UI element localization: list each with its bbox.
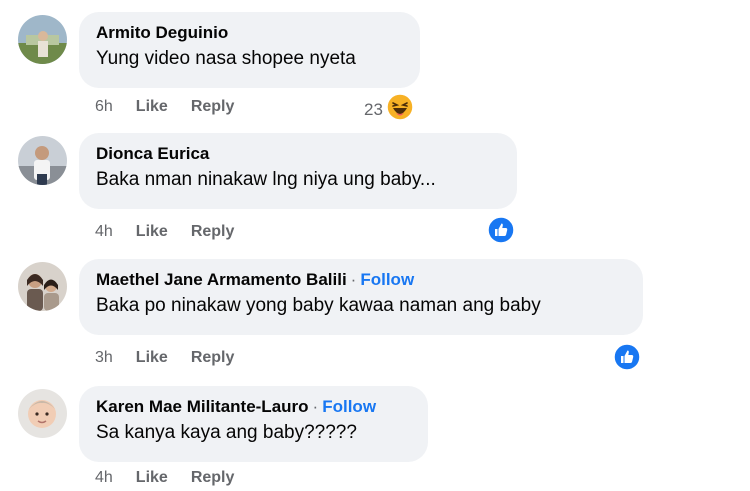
like-button[interactable]: Like (136, 223, 168, 240)
follow-button[interactable]: Follow (322, 397, 376, 416)
reaction-summary[interactable]: 23 (364, 93, 414, 126)
avatar[interactable] (18, 262, 67, 311)
comment-actions: 3h Like Reply (95, 348, 234, 368)
comment-text: Sa kanya kaya ang baby????? (96, 422, 357, 443)
comment-text: Baka po ninakaw yong baby kawaa naman an… (96, 295, 541, 316)
avatar[interactable] (18, 136, 67, 185)
like-reaction-icon (487, 216, 515, 249)
commenter-name[interactable]: Armito Deguinio (96, 23, 228, 42)
haha-emoji-icon (386, 93, 414, 126)
like-button[interactable]: Like (136, 349, 168, 366)
comment-bubble: Dionca Eurica Baka nman ninakaw lng niya… (79, 133, 517, 209)
commenter-name-row: Maethel Jane Armamento Balili · Follow (96, 269, 627, 291)
reply-button[interactable]: Reply (191, 469, 235, 486)
commenter-name-row: Armito Deguinio (96, 22, 404, 44)
comment-timestamp[interactable]: 4h (95, 469, 113, 486)
like-button[interactable]: Like (136, 98, 168, 115)
separator-dot: · (350, 270, 357, 289)
comment-bubble: Karen Mae Militante-Lauro · Follow Sa kany… (79, 386, 428, 462)
comment-actions: 6h Like Reply (95, 97, 234, 117)
separator-dot: · (312, 397, 319, 416)
commenter-name[interactable]: Dionca Eurica (96, 144, 209, 163)
commenter-name-row: Karen Mae Militante-Lauro · Follow (96, 396, 412, 418)
commenter-name[interactable]: Karen Mae Militante-Lauro (96, 397, 309, 416)
reply-button[interactable]: Reply (191, 349, 235, 366)
comment-timestamp[interactable]: 4h (95, 223, 113, 240)
commenter-name[interactable]: Maethel Jane Armamento Balili (96, 270, 347, 289)
avatar[interactable] (18, 15, 67, 64)
comment-actions: 4h Like Reply (95, 222, 234, 242)
reply-button[interactable]: Reply (191, 223, 235, 240)
like-reaction-icon (613, 343, 641, 376)
commenter-name-row: Dionca Eurica (96, 143, 501, 165)
like-button[interactable]: Like (136, 469, 168, 486)
reaction-summary[interactable] (613, 343, 641, 376)
avatar[interactable] (18, 389, 67, 438)
comment-bubble: Maethel Jane Armamento Balili · Follow Bak… (79, 259, 643, 335)
comment-bubble: Armito Deguinio Yung video nasa shopee n… (79, 12, 420, 88)
reply-button[interactable]: Reply (191, 98, 235, 115)
comment-timestamp[interactable]: 3h (95, 349, 113, 366)
reaction-summary[interactable] (487, 216, 515, 249)
comment-timestamp[interactable]: 6h (95, 98, 113, 115)
comment-text: Baka nman ninakaw lng niya ung baby... (96, 169, 436, 190)
follow-button[interactable]: Follow (360, 270, 414, 289)
comment-actions: 4h Like Reply (95, 468, 234, 488)
comment-text: Yung video nasa shopee nyeta (96, 48, 356, 69)
reaction-count: 23 (364, 99, 383, 119)
